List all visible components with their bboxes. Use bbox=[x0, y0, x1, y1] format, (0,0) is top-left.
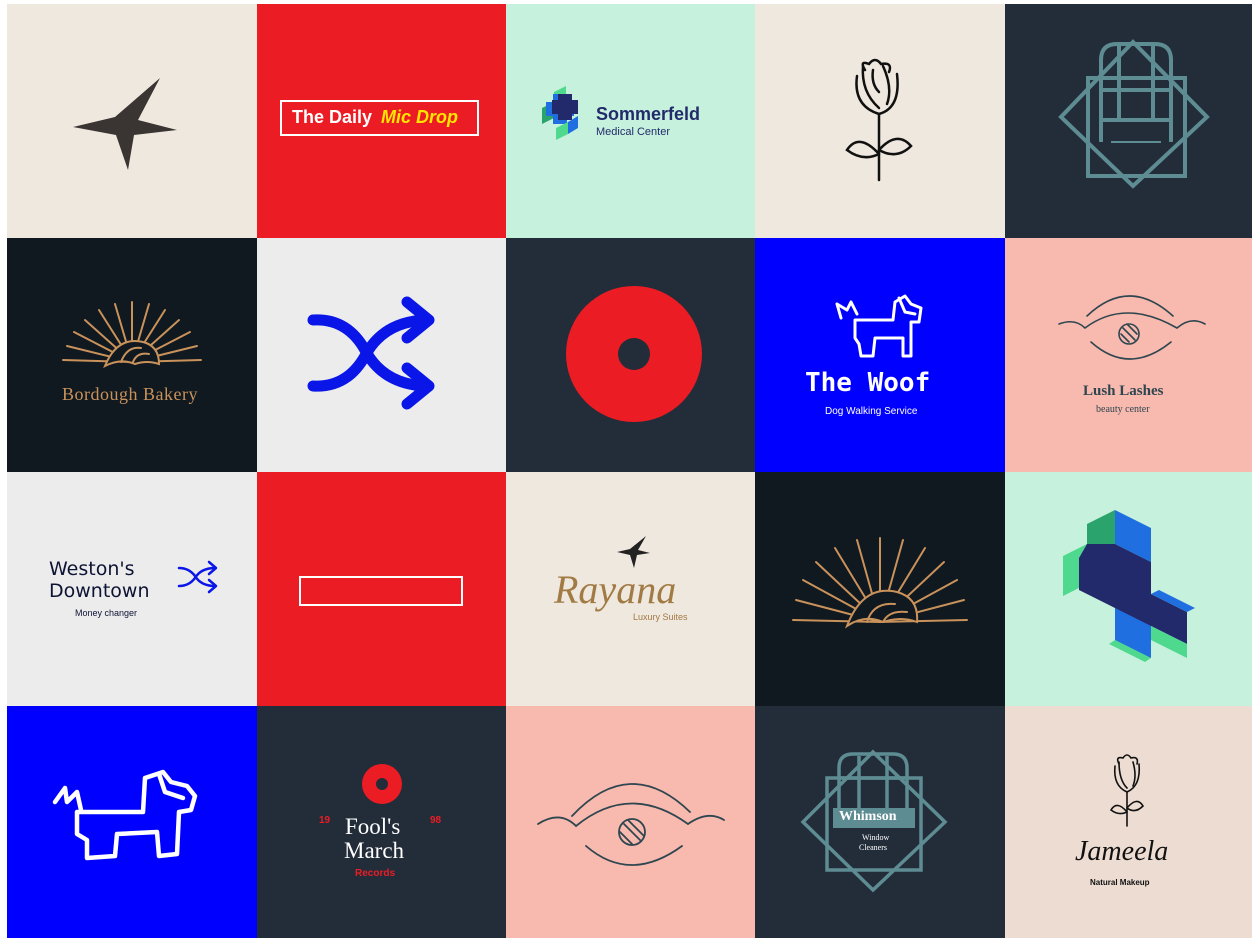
fools-line1: Fool's bbox=[345, 814, 401, 839]
tile-westons[interactable]: Weston's Downtown Money changer bbox=[7, 472, 257, 706]
logo-grid: The Daily Mic Drop Sommerfeld Medical Ce… bbox=[7, 4, 1252, 938]
tile-window-diamond[interactable] bbox=[1005, 4, 1252, 238]
sunburst-croissant-icon bbox=[62, 301, 202, 369]
tile-fools-march[interactable]: 19 98 Fool's March Records bbox=[257, 706, 506, 938]
rose-small-icon bbox=[1109, 754, 1145, 827]
jameela-name: Jameela bbox=[1075, 836, 1169, 867]
mic-drop-label: Mic Drop bbox=[381, 107, 459, 127]
tile-sommerfeld[interactable]: Sommerfeld Medical Center bbox=[506, 4, 755, 238]
tile-red-ring[interactable] bbox=[506, 238, 755, 472]
tile-star-logo[interactable] bbox=[7, 4, 257, 238]
tile-rose[interactable] bbox=[755, 4, 1005, 238]
star-icon bbox=[73, 78, 177, 170]
whimson-name: Whimson bbox=[839, 809, 897, 824]
tile-rayana[interactable]: Rayana Luxury Suites bbox=[506, 472, 755, 706]
jameela-sub: Natural Makeup bbox=[1090, 878, 1150, 887]
tile-lush-lashes[interactable]: Lush Lashes beauty center bbox=[1005, 238, 1252, 472]
shuffle-icon bbox=[307, 296, 435, 410]
lush-lashes-name: Lush Lashes bbox=[1083, 383, 1164, 399]
shuffle-small-icon bbox=[177, 560, 218, 594]
fools-sub: Records bbox=[355, 868, 396, 879]
woof-name: The Woof bbox=[805, 368, 931, 398]
tile-shuffle[interactable] bbox=[257, 238, 506, 472]
dog-icon bbox=[835, 294, 923, 358]
tile-eye-large[interactable] bbox=[506, 706, 755, 938]
medical-cross-large-icon bbox=[1063, 510, 1195, 662]
bordough-name-label: Bordough Bakery bbox=[62, 384, 198, 404]
tile-whimson[interactable]: Whimson Window Cleaners bbox=[755, 706, 1005, 938]
rayana-name: Rayana bbox=[554, 567, 677, 612]
sunburst-croissant-large-icon bbox=[792, 537, 968, 629]
empty-frame bbox=[299, 576, 463, 606]
tile-jameela[interactable]: Jameela Natural Makeup bbox=[1005, 706, 1252, 938]
tile-the-woof[interactable]: The Woof Dog Walking Service bbox=[755, 238, 1005, 472]
tile-bordough[interactable]: Bordough Bakery bbox=[7, 238, 257, 472]
whimson-sub1: Window bbox=[862, 833, 890, 842]
tile-daily-mic-drop[interactable]: The Daily Mic Drop bbox=[257, 4, 506, 238]
sommerfeld-name: Sommerfeld bbox=[596, 104, 701, 124]
fools-year-left: 19 bbox=[319, 815, 331, 826]
rayana-sub: Luxury Suites bbox=[633, 612, 688, 622]
whimson-sub2: Cleaners bbox=[859, 843, 887, 852]
fools-line2: March bbox=[344, 838, 405, 863]
eye-icon bbox=[1058, 295, 1206, 360]
daily-label: The Daily bbox=[292, 107, 373, 127]
sommerfeld-sub: Medical Center bbox=[596, 126, 670, 138]
dog-large-icon bbox=[52, 769, 198, 861]
fools-year-right: 98 bbox=[430, 815, 442, 826]
eye-large-icon bbox=[537, 783, 725, 866]
rose-icon bbox=[845, 58, 913, 182]
tile-red-rectangle[interactable] bbox=[257, 472, 506, 706]
tile-medical-cross[interactable] bbox=[1005, 472, 1252, 706]
window-diamond-icon bbox=[1058, 39, 1210, 189]
red-ring-icon bbox=[566, 286, 702, 422]
woof-sub: Dog Walking Service bbox=[825, 406, 918, 417]
tile-dog-large[interactable] bbox=[7, 706, 257, 938]
lush-lashes-sub: beauty center bbox=[1096, 404, 1150, 415]
tile-croissant-sunburst[interactable] bbox=[755, 472, 1005, 706]
